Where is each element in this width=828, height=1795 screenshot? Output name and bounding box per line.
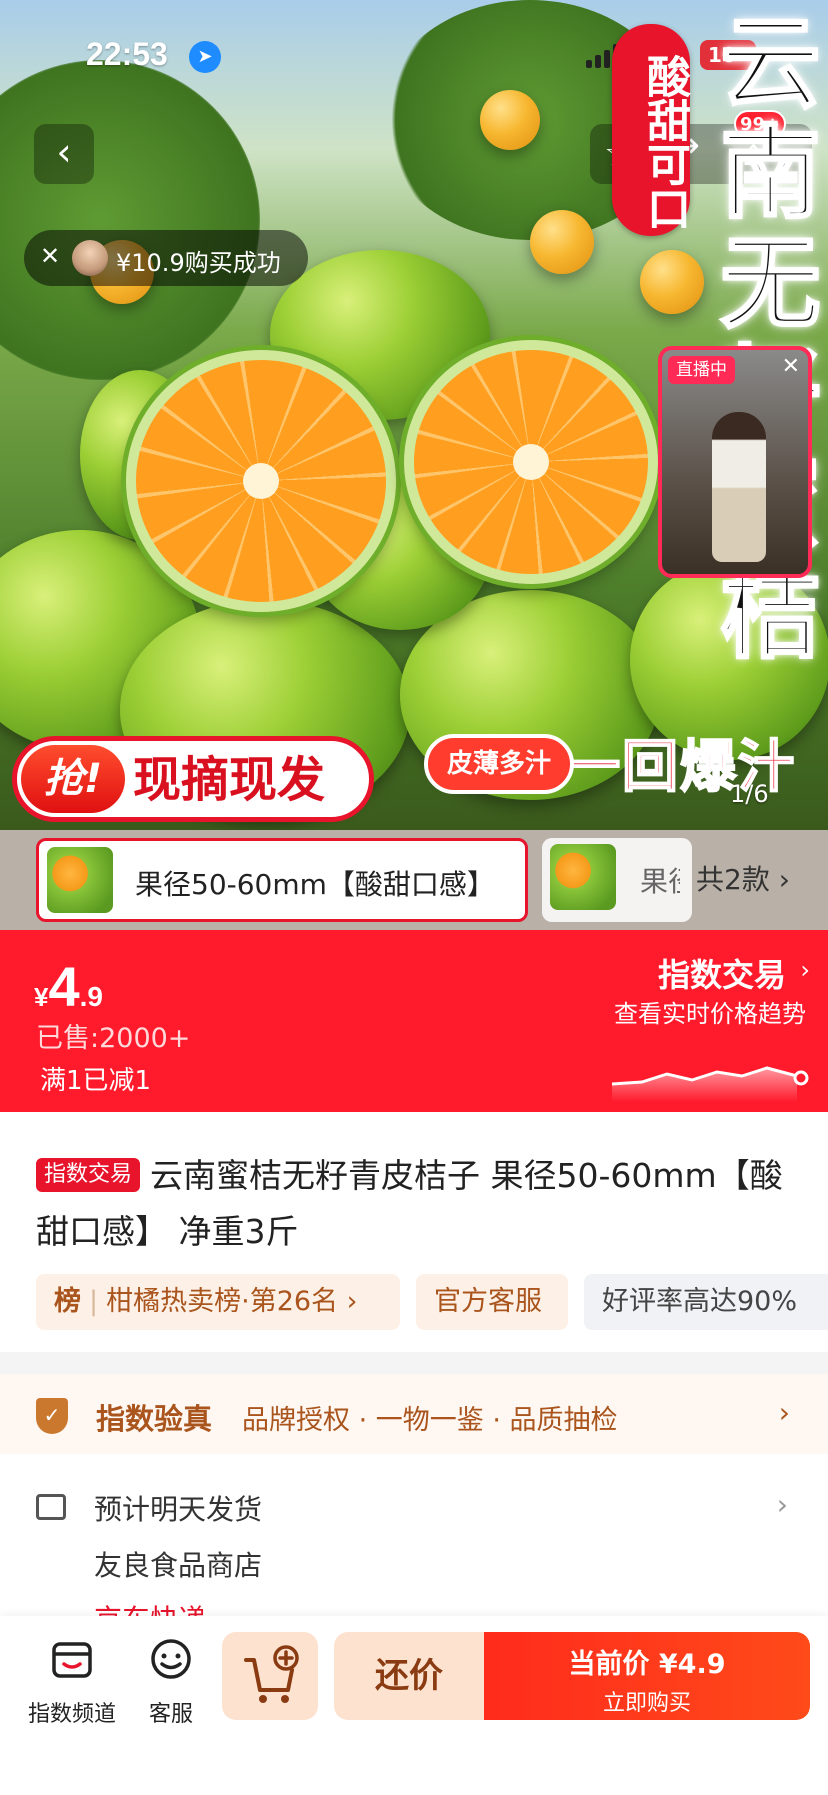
chevron-left-icon: ‹ — [56, 130, 72, 174]
variant-count: 共2款 — [696, 863, 770, 896]
customer-service-label: 客服 — [148, 1702, 193, 1727]
official-service-chip[interactable]: 官方客服 — [416, 1274, 568, 1330]
price-currency: ¥ — [34, 982, 49, 1012]
rating-chip[interactable]: 好评率高达90% — [584, 1274, 828, 1330]
price-trend-sparkline — [612, 1066, 809, 1102]
live-stream-window[interactable]: 直播中 ✕ — [658, 346, 812, 578]
rank-badge: 榜 — [54, 1286, 81, 1317]
product-image-carousel[interactable]: 22:53 ➤ 10 ‹ ☆ ↱ ⌂ 99+ ✕ ¥10.9购买成功 酸甜可口 … — [0, 0, 828, 830]
buy-now-button[interactable]: 当前价 ¥4.9 立即购买 — [484, 1632, 810, 1720]
bottom-action-bar: 指数频道 客服 还价 当前价 ¥4.9 立即购买 — [0, 1616, 828, 1795]
shield-check-icon: ✓ — [36, 1398, 68, 1434]
verify-title: 指数验真 — [96, 1402, 213, 1436]
sold-count: 已售:2000+ — [36, 1023, 191, 1054]
price-band: ¥4.9 已售:2000+ 满1已减1 指数交易 › 查看实时价格趋势 — [0, 930, 828, 1112]
close-icon[interactable]: ✕ — [40, 242, 60, 270]
product-info: 指数交易 云南蜜桔无籽青皮桔子 果径50-60mm【酸甜口感】 净重3斤 榜 | 柑橘… — [0, 1112, 828, 1352]
price-decimal: .9 — [79, 981, 103, 1012]
variant-count-link[interactable]: 共2款 › — [696, 858, 790, 898]
chevron-right-icon: › — [800, 956, 810, 984]
index-channel-label: 指数频道 — [27, 1702, 116, 1727]
streamer-figure — [712, 412, 766, 562]
location-arrow-icon: ➤ — [189, 41, 221, 73]
sweet-sour-tag: 酸甜可口 — [612, 24, 690, 236]
price-integer: 4 — [48, 955, 80, 1018]
foliage-decoration — [0, 60, 260, 380]
shipping-row[interactable]: 预计明天发货 友良食品商店 京东快递 › — [0, 1454, 828, 1634]
variant-option-selected[interactable]: 果径50-60mm【酸甜口感】 — [36, 838, 528, 922]
buy-now-label: 立即购买 — [602, 1691, 691, 1716]
promotion-text: 满1已减1 — [40, 1066, 152, 1096]
customer-service-button[interactable]: 客服 — [136, 1636, 206, 1728]
current-price: ¥4.9 — [34, 954, 103, 1019]
buy-current-price: 当前价 ¥4.9 — [568, 1649, 726, 1680]
page-indicator: 1/6 — [730, 780, 769, 808]
banner-pill: 皮薄多汁 — [424, 734, 574, 794]
purchase-toast: ✕ ¥10.9购买成功 — [24, 230, 308, 286]
variant-thumbnail — [550, 844, 616, 910]
chevron-right-icon: › — [776, 1488, 788, 1521]
burst-badge: 抢! — [21, 745, 125, 813]
product-title-text: 云南蜜桔无籽青皮桔子 果径50-60mm【酸甜口感】 净重3斤 — [36, 1156, 783, 1251]
storefront-icon — [52, 1642, 92, 1678]
price-trend-link[interactable]: 查看实时价格趋势 — [614, 994, 806, 1029]
verify-details: 品牌授权 · 一物一鉴 · 品质抽检 — [242, 1405, 618, 1436]
add-to-cart-button[interactable] — [222, 1632, 318, 1720]
avatar — [72, 240, 108, 276]
chevron-right-icon: › — [778, 863, 790, 896]
index-channel-button[interactable]: 指数频道 — [24, 1636, 120, 1728]
product-title: 指数交易 云南蜜桔无籽青皮桔子 果径50-60mm【酸甜口感】 净重3斤 — [36, 1148, 806, 1260]
product-chips: 榜 | 柑橘热卖榜·第26名 › 官方客服 好评率高达90% — [36, 1274, 828, 1330]
banner-slogan: 现摘现发 — [133, 752, 326, 808]
variant-label: 果径 — [640, 865, 680, 898]
variant-thumbnail — [47, 847, 113, 913]
variant-selector: 果径50-60mm【酸甜口感】 果径 共2款 › — [0, 830, 828, 930]
background-fruit — [480, 90, 540, 150]
close-icon[interactable]: ✕ — [782, 354, 800, 379]
index-trading-link[interactable]: 指数交易 — [658, 950, 786, 996]
section-divider — [0, 1352, 828, 1374]
halved-tangerine — [126, 350, 396, 612]
add-cart-icon — [244, 1645, 299, 1703]
toast-text: ¥10.9购买成功 — [116, 249, 281, 277]
variant-label: 果径50-60mm【酸甜口感】 — [135, 868, 495, 901]
ranking-chip[interactable]: 榜 | 柑橘热卖榜·第26名 › — [36, 1274, 400, 1330]
index-trading-tag: 指数交易 — [36, 1158, 141, 1192]
rank-text: 柑橘热卖榜·第26名 — [106, 1286, 339, 1317]
status-time: 22:53 — [86, 36, 168, 72]
truck-icon — [36, 1494, 66, 1520]
chevron-right-icon: › — [346, 1286, 358, 1317]
variant-option[interactable]: 果径 — [542, 838, 692, 922]
halved-tangerine — [404, 340, 658, 584]
chevron-right-icon: › — [778, 1396, 790, 1429]
promo-banner-left: 抢! 现摘现发 — [12, 736, 374, 822]
bargain-button[interactable]: 还价 — [334, 1632, 484, 1720]
live-badge: 直播中 — [668, 356, 735, 384]
authenticity-row[interactable]: ✓ 指数验真 品牌授权 · 一物一鉴 · 品质抽检 › — [0, 1374, 828, 1454]
back-button[interactable]: ‹ — [34, 124, 94, 184]
smiley-service-icon — [151, 1639, 191, 1679]
store-name: 友良食品商店 — [94, 1549, 263, 1582]
shipping-estimate: 预计明天发货 — [94, 1493, 263, 1526]
background-fruit — [530, 210, 594, 274]
